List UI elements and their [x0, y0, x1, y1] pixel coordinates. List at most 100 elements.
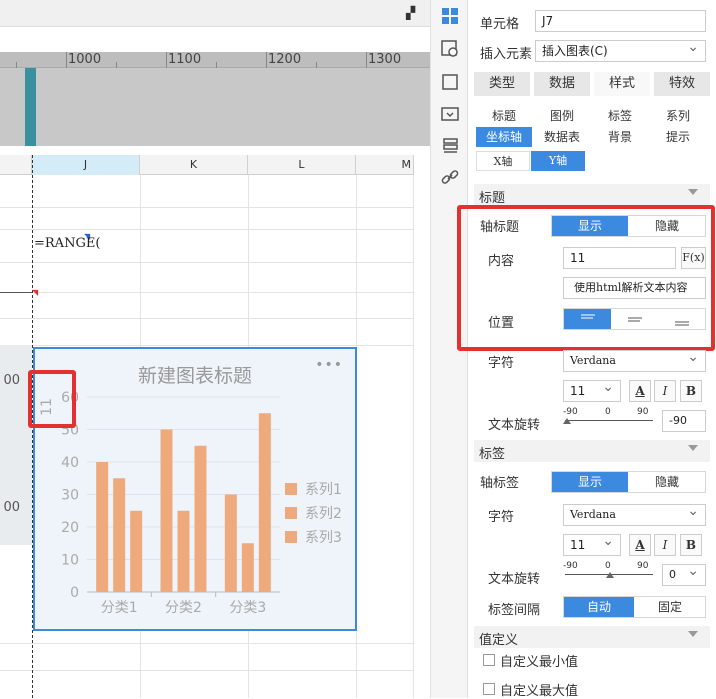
legend-swatch	[285, 483, 297, 495]
section-label-text: 标签	[479, 447, 506, 462]
font-size-value: 11	[570, 538, 586, 552]
subtab-legend[interactable]: 图例	[534, 106, 590, 126]
tab-type[interactable]: 类型	[474, 72, 530, 96]
hide-button[interactable]: 隐藏	[629, 472, 705, 492]
italic-button[interactable]: I	[654, 380, 676, 402]
element-settings-icon[interactable]	[441, 40, 459, 58]
font-select[interactable]: Verdana	[563, 347, 706, 372]
legend-label: 系列3	[305, 530, 342, 546]
interval-toggle: 自动 固定	[563, 596, 706, 618]
section-title[interactable]: 标题	[474, 184, 710, 206]
data-layers-icon[interactable]	[441, 137, 459, 155]
section-label[interactable]: 标签	[474, 440, 710, 462]
bold-button[interactable]: B	[680, 534, 702, 556]
bar	[177, 510, 190, 592]
italic-button[interactable]: I	[654, 534, 676, 556]
column-k[interactable]: K	[140, 155, 248, 175]
bar	[96, 462, 109, 592]
bar	[258, 413, 271, 592]
subtab-label[interactable]: 标签	[592, 106, 648, 126]
cell-input[interactable]: J7	[535, 10, 706, 32]
bar	[194, 445, 207, 592]
slider-min: -90	[563, 407, 578, 417]
widget-icon[interactable]	[441, 73, 459, 91]
subtab-axis[interactable]: 坐标轴	[476, 127, 532, 147]
image-text: 00	[3, 500, 20, 515]
font-size-select[interactable]: 11	[563, 531, 621, 556]
x-tick-label: 分类1	[101, 600, 138, 616]
cell-label: 单元格	[480, 17, 520, 32]
y-tick-label: 0	[70, 585, 79, 601]
bar	[130, 510, 143, 592]
bar	[160, 429, 173, 592]
main-tabs: 类型 数据 样式 特效	[474, 72, 710, 96]
y-tick-label: 30	[61, 488, 79, 504]
rotate-slider[interactable]: -90 0 90	[563, 561, 655, 586]
ruler-label: 1000	[68, 52, 102, 67]
y-tick-label: 40	[61, 455, 79, 471]
chart-container[interactable]: 新建图表标题 ••• 0 10 20 30 40 50 60 11 分类1 分类2 分类3 系列1 系列…	[33, 347, 357, 631]
slider-mid: 0	[605, 407, 611, 417]
format-painter-icon[interactable]: ▞	[406, 6, 415, 20]
font-select[interactable]: Verdana	[563, 501, 706, 526]
custom-max-checkbox[interactable]	[483, 683, 495, 695]
rotate-input[interactable]: -90	[662, 410, 706, 432]
ruler-label: 1200	[268, 52, 302, 67]
column-j[interactable]: J	[32, 155, 140, 175]
subtab-tooltip[interactable]: 提示	[650, 127, 706, 147]
slider-max: 90	[637, 561, 649, 571]
tab-effects[interactable]: 特效	[654, 72, 710, 96]
legend-label: 系列1	[305, 482, 342, 498]
font-label: 字符	[488, 356, 515, 371]
subtab-x-axis[interactable]: X轴	[476, 151, 530, 171]
bar	[224, 494, 237, 592]
highlight-box	[457, 205, 715, 351]
cell-formula[interactable]: =RANGE(	[34, 236, 100, 251]
cell-properties-icon[interactable]	[441, 7, 459, 25]
font-size-select[interactable]: 11	[563, 377, 621, 402]
interval-label: 标签间隔	[488, 603, 541, 618]
subtab-title[interactable]: 标题	[476, 106, 532, 126]
insert-select[interactable]: 插入图表(C)	[535, 37, 706, 62]
font-select-value: Verdana	[570, 354, 616, 367]
rotate-input-value: 0	[669, 568, 676, 581]
bar	[241, 543, 254, 592]
subtab-series[interactable]: 系列	[650, 106, 706, 126]
section-title-text: 标题	[479, 191, 506, 206]
axis-label-toggle: 显示 隐藏	[551, 471, 706, 493]
toolbar: ▞	[0, 0, 430, 27]
rotate-label: 文本旋转	[488, 418, 541, 433]
column-m[interactable]: M	[356, 155, 414, 175]
y-tick-label: 20	[61, 520, 79, 536]
auto-button[interactable]: 自动	[564, 597, 634, 617]
font-color-button[interactable]: A	[629, 534, 651, 556]
tab-data[interactable]: 数据	[534, 72, 590, 96]
custom-max-label: 自定义最大值	[500, 684, 579, 699]
font-size-value: 11	[570, 384, 586, 398]
subtab-background[interactable]: 背景	[592, 127, 648, 147]
bold-button[interactable]: B	[680, 380, 702, 402]
font-select-value: Verdana	[570, 508, 616, 521]
page-ruler: 1000 1100 1200 1300	[0, 52, 430, 146]
section-value[interactable]: 值定义	[474, 626, 710, 648]
custom-min-checkbox[interactable]	[483, 654, 495, 666]
axis-label-label: 轴标签	[480, 476, 520, 491]
custom-min-label: 自定义最小值	[500, 655, 579, 670]
subtab-y-axis[interactable]: Y轴	[531, 151, 585, 171]
tab-style[interactable]: 样式	[594, 72, 650, 96]
link-icon[interactable]	[441, 168, 459, 186]
insert-select-value: 插入图表(C)	[542, 44, 608, 58]
rotate-input[interactable]: 0	[662, 561, 706, 586]
fixed-button[interactable]: 固定	[635, 597, 705, 617]
section-value-text: 值定义	[479, 633, 519, 648]
ruler-marker[interactable]	[25, 68, 36, 146]
show-button[interactable]: 显示	[552, 472, 628, 492]
subtab-datatable[interactable]: 数据表	[534, 127, 590, 147]
chart-plot: 010203040506011分类1 分类2 分类3系列1系列2系列3	[39, 390, 342, 616]
bar	[113, 478, 126, 592]
form-icon[interactable]	[441, 105, 459, 123]
slider-max: 90	[637, 407, 649, 417]
column-l[interactable]: L	[248, 155, 356, 175]
rotate-slider[interactable]: -90 0 90	[563, 407, 655, 432]
font-color-button[interactable]: A	[629, 380, 651, 402]
